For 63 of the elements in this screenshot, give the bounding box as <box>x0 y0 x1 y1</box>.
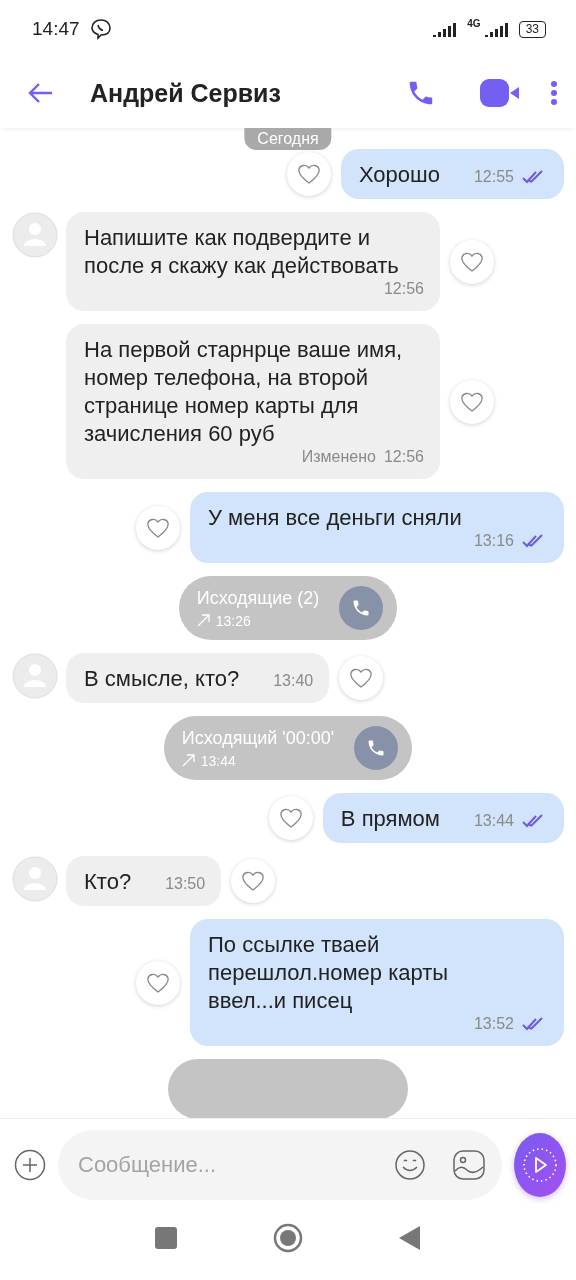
signal-icon <box>433 21 458 37</box>
message-text: Хорошо <box>358 161 440 189</box>
message-time: 13:16 <box>473 532 514 550</box>
emoji-button[interactable] <box>394 1148 426 1181</box>
contact-name: Андрей Сервиз <box>90 78 282 108</box>
message-time: 13:50 <box>165 875 206 893</box>
heart-icon <box>278 807 303 829</box>
outgoing-arrow-icon <box>196 614 210 627</box>
outgoing-arrow-icon <box>181 754 195 767</box>
like-button[interactable] <box>136 960 180 1005</box>
call-title: Исходящие (2) <box>196 587 320 609</box>
message-time: 12:56 <box>383 448 424 466</box>
heart-icon <box>460 250 484 273</box>
date-label: Сегодня <box>244 128 332 150</box>
like-button[interactable] <box>268 796 313 840</box>
record-button[interactable] <box>514 1132 566 1197</box>
like-button[interactable] <box>231 859 276 903</box>
back-button[interactable] <box>28 82 54 104</box>
back-nav-button[interactable] <box>399 1226 421 1250</box>
recents-button[interactable] <box>155 1227 177 1249</box>
battery-level: 33 <box>518 20 546 38</box>
gallery-button[interactable] <box>452 1148 486 1181</box>
message-time: 13:52 <box>473 1015 514 1033</box>
signal-icon <box>484 21 509 37</box>
call-back-button[interactable] <box>354 726 399 770</box>
like-button[interactable] <box>339 656 384 700</box>
phone-icon <box>351 598 372 618</box>
network-type: 4G <box>467 18 481 29</box>
like-button[interactable] <box>450 379 494 424</box>
message-time: 12:56 <box>383 280 424 298</box>
call-back-button[interactable] <box>339 586 384 630</box>
message-field[interactable]: Сообщение... <box>58 1129 502 1200</box>
home-button[interactable] <box>273 1223 303 1253</box>
like-button[interactable] <box>286 152 331 196</box>
message-input[interactable]: Сообщение... <box>76 1150 368 1179</box>
message-text: На первой старнрце ваше имя, номер телефона, на второй странице номер карты для зачисления 60 руб <box>84 336 404 448</box>
message-text: В смысле, кто? <box>84 665 240 693</box>
heart-icon <box>146 971 170 994</box>
message-time: 12:55 <box>473 168 514 186</box>
like-button[interactable] <box>450 239 494 284</box>
message-time: 13:40 <box>273 672 314 690</box>
message-text: Напишите как подвердите и после я скажу как действовать <box>84 224 400 280</box>
message-text: В прямом <box>340 805 440 833</box>
phone-icon <box>366 738 387 758</box>
message-text: У меня все деньги сняли <box>208 504 462 532</box>
like-button[interactable] <box>136 505 180 550</box>
heart-icon <box>146 516 170 539</box>
video-call-button[interactable] <box>480 79 520 107</box>
status-time: 14:47 <box>32 18 80 40</box>
add-button[interactable] <box>14 1148 46 1181</box>
call-title: Исходящий '00:00' <box>181 727 335 749</box>
heart-icon <box>241 870 266 892</box>
edited-label: Изменено <box>301 448 376 466</box>
call-time: 13:44 <box>200 752 236 769</box>
message-text: По ссылке тваей перешлол.номер карты ввел...и писец <box>208 931 450 1015</box>
call-time: 13:26 <box>215 612 251 629</box>
message-text: Кто? <box>84 868 132 896</box>
message-time: 13:44 <box>473 812 514 830</box>
heart-icon <box>296 163 321 185</box>
more-button[interactable] <box>550 80 558 106</box>
chat-app-icon <box>89 18 112 40</box>
heart-icon <box>460 390 484 413</box>
heart-icon <box>349 667 374 689</box>
